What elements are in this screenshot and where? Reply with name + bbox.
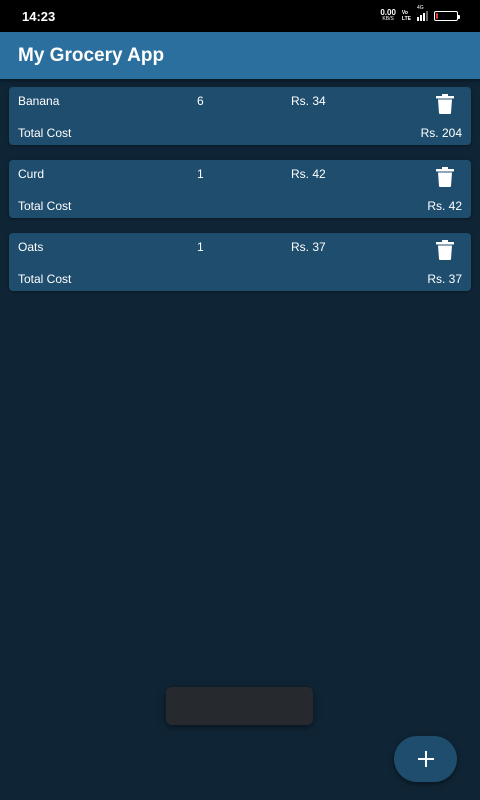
- grocery-item-card[interactable]: Oats 1 Rs. 37 Total Cost Rs. 37: [9, 233, 471, 291]
- total-cost-value: Rs. 37: [427, 272, 462, 286]
- status-time: 14:23: [22, 8, 56, 24]
- trash-icon[interactable]: [436, 167, 454, 187]
- total-cost-value: Rs. 204: [420, 126, 462, 140]
- item-quantity: 6: [197, 94, 204, 108]
- item-name: Oats: [18, 240, 44, 254]
- item-price: Rs. 34: [291, 94, 326, 108]
- network-speed-unit: KB/S: [382, 16, 394, 22]
- app-bar: My Grocery App: [0, 32, 480, 79]
- network-speed: 0.00 KB/S: [380, 9, 396, 23]
- item-name: Banana: [18, 94, 60, 108]
- total-cost-label: Total Cost: [18, 272, 72, 286]
- screen: 14:23 0.00 KB/S Vo LTE 4G My Grocery App…: [0, 0, 480, 800]
- trash-icon[interactable]: [436, 240, 454, 260]
- item-price: Rs. 37: [291, 240, 326, 254]
- total-cost-label: Total Cost: [18, 126, 72, 140]
- grocery-item-card[interactable]: Banana 6 Rs. 34 Total Cost Rs. 204: [9, 87, 471, 145]
- app-title: My Grocery App: [18, 44, 165, 66]
- battery-fill: [436, 13, 439, 19]
- status-icons: 0.00 KB/S Vo LTE 4G: [380, 5, 460, 23]
- toast-message: [166, 687, 313, 725]
- total-cost-label: Total Cost: [18, 199, 72, 213]
- plus-icon: [417, 751, 434, 767]
- item-price: Rs. 42: [291, 167, 326, 181]
- grocery-list: Banana 6 Rs. 34 Total Cost Rs. 204 Curd …: [9, 87, 471, 306]
- network-type: 4G: [417, 5, 424, 11]
- grocery-item-card[interactable]: Curd 1 Rs. 42 Total Cost Rs. 42: [9, 160, 471, 218]
- signal-icon: 4G: [417, 5, 428, 21]
- item-quantity: 1: [197, 167, 204, 181]
- item-name: Curd: [18, 167, 45, 181]
- volte-bottom: LTE: [401, 16, 411, 22]
- add-item-button[interactable]: [394, 736, 457, 782]
- total-cost-value: Rs. 42: [427, 199, 462, 213]
- trash-icon[interactable]: [436, 94, 454, 114]
- battery-icon: [434, 11, 460, 21]
- item-quantity: 1: [197, 240, 204, 254]
- status-bar: 14:23 0.00 KB/S Vo LTE 4G: [0, 0, 480, 32]
- volte-icon: Vo LTE: [402, 10, 411, 22]
